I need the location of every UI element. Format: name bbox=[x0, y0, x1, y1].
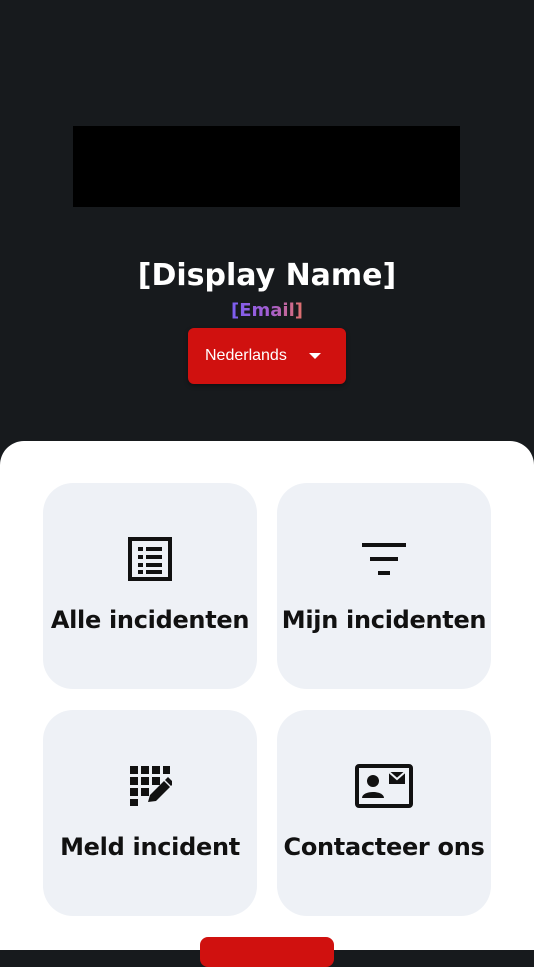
logo-placeholder bbox=[73, 126, 460, 207]
tile-meld-incident[interactable]: Meld incident bbox=[43, 710, 257, 916]
bottom-action-button[interactable] bbox=[200, 937, 334, 967]
tile-mijn-incidenten[interactable]: Mijn incidenten bbox=[277, 483, 491, 689]
header: [Display Name] [Email] Nederlands bbox=[0, 0, 534, 460]
tile-label: Alle incidenten bbox=[50, 606, 250, 634]
list-icon bbox=[43, 537, 257, 581]
language-selected: Nederlands bbox=[205, 347, 287, 364]
display-name: [Display Name] bbox=[137, 258, 397, 293]
language-dropdown[interactable]: Nederlands bbox=[188, 328, 346, 384]
caret-down-icon bbox=[309, 353, 321, 359]
edit-grid-icon bbox=[43, 764, 257, 808]
tile-label: Mijn incidenten bbox=[281, 606, 487, 634]
email-text: [Email] bbox=[231, 300, 303, 321]
filter-icon bbox=[277, 537, 491, 581]
tile-label: Contacteer ons bbox=[283, 833, 485, 861]
tile-label: Meld incident bbox=[60, 833, 240, 861]
tile-contacteer-ons[interactable]: Contacteer ons bbox=[277, 710, 491, 916]
email-container: [Email] bbox=[0, 299, 534, 323]
contact-card-icon bbox=[277, 764, 491, 808]
tile-alle-incidenten[interactable]: Alle incidenten bbox=[43, 483, 257, 689]
